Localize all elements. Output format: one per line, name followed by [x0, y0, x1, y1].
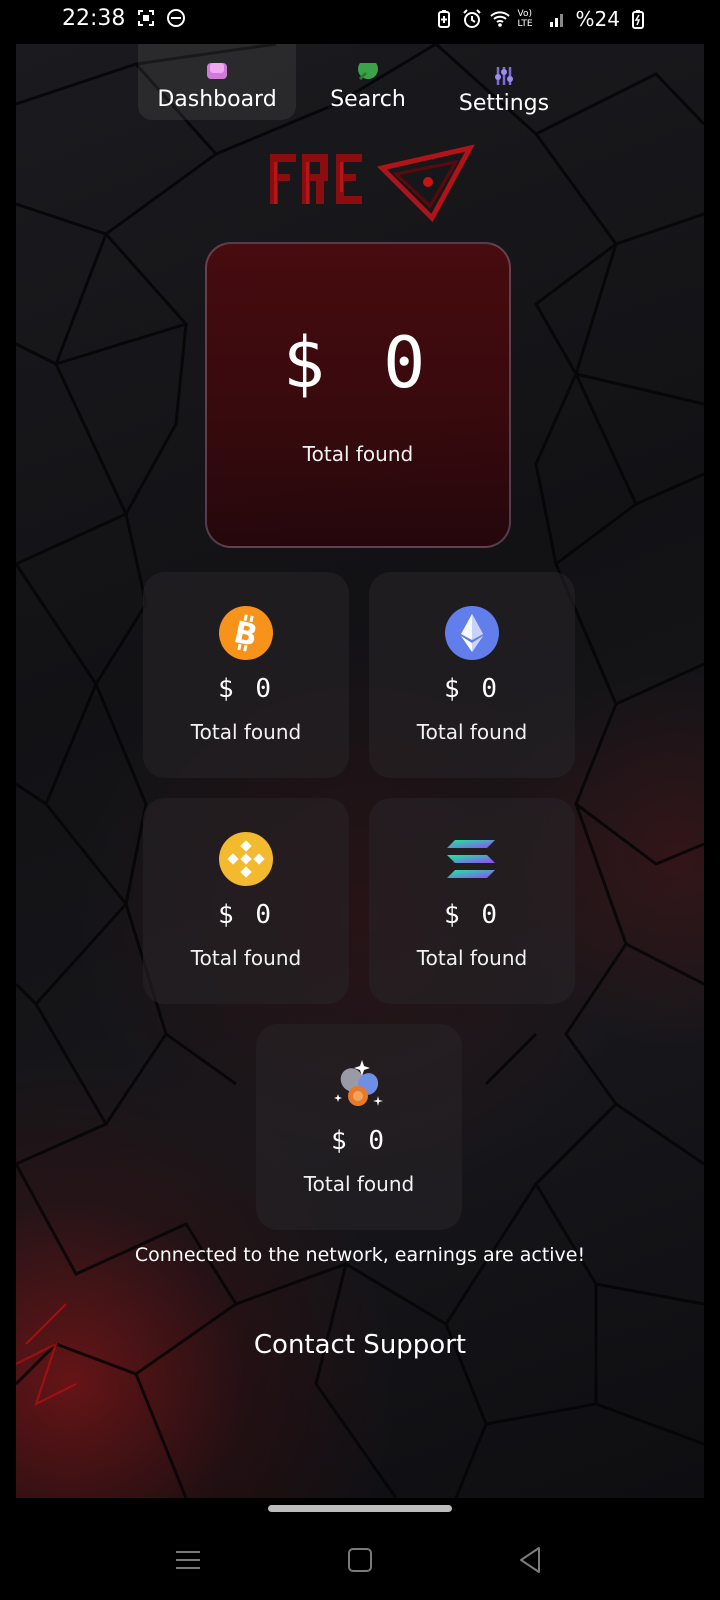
solana-label: Total found: [416, 946, 528, 970]
battery-icon: [632, 10, 644, 29]
tab-settings[interactable]: Settings: [448, 44, 560, 120]
coins-icon: [334, 1060, 383, 1106]
wifi-icon: [489, 11, 510, 27]
app-view: Dashboard Search Settings $ 0 Total foun…: [16, 44, 704, 1498]
binance-card: $ 0 Total found: [143, 798, 349, 1004]
binance-icon: [219, 832, 273, 886]
tab-dashboard[interactable]: Dashboard: [138, 44, 296, 120]
recent-apps-icon[interactable]: [170, 1542, 206, 1578]
solana-amount: $ 0: [444, 900, 500, 930]
network-label: Vo) LTE: [517, 9, 533, 29]
bitcoin-amount: $ 0: [218, 674, 274, 704]
total-amount: $ 0: [282, 322, 434, 404]
total-found-card: $ 0 Total found: [205, 242, 511, 548]
binance-amount: $ 0: [218, 900, 274, 930]
solana-card: $ 0 Total found: [369, 798, 575, 1004]
app-logo: [270, 144, 475, 223]
screenshot-icon: [138, 10, 154, 26]
other-coins-amount: $ 0: [331, 1126, 387, 1156]
connection-status-text: Connected to the network, earnings are a…: [134, 1244, 586, 1266]
status-right-icons: Vo) LTE %24: [434, 7, 648, 31]
other-coins-label: Total found: [303, 1172, 415, 1196]
bitcoin-icon: B: [219, 606, 273, 660]
tab-dashboard-label: Dashboard: [157, 87, 277, 112]
home-icon[interactable]: [342, 1542, 378, 1578]
status-left-icons: [136, 8, 186, 28]
ethereum-amount: $ 0: [444, 674, 500, 704]
phone-screen: 22:38 Vo) LTE %24 Dashboard Search Setti…: [0, 0, 720, 1600]
bitcoin-card: B $ 0 Total found: [143, 572, 349, 778]
sliders-icon: [495, 67, 513, 85]
tab-settings-label: Settings: [458, 91, 550, 116]
status-bar: 22:38 Vo) LTE %24: [0, 0, 720, 40]
ethereum-label: Total found: [416, 720, 528, 744]
other-coins-card: $ 0 Total found: [256, 1024, 462, 1230]
binance-label: Total found: [190, 946, 302, 970]
search-icon: [358, 63, 378, 81]
back-icon[interactable]: [512, 1542, 548, 1578]
tab-search[interactable]: Search: [312, 44, 424, 120]
contact-support-button[interactable]: Contact Support: [16, 1330, 704, 1360]
ethereum-card: $ 0 Total found: [369, 572, 575, 778]
ethereum-icon: [445, 606, 499, 660]
top-nav: Dashboard Search Settings: [16, 44, 704, 134]
dnd-icon: [167, 9, 185, 27]
total-label: Total found: [302, 442, 414, 466]
system-nav-bar: [0, 1520, 720, 1600]
alarm-icon: [462, 9, 481, 28]
tab-search-label: Search: [330, 87, 406, 112]
signal-icon: [549, 14, 563, 27]
battery-percent: %24: [575, 7, 620, 31]
bitcoin-label: Total found: [190, 720, 302, 744]
solana-icon: [447, 840, 495, 878]
battery-saver-icon: [437, 10, 450, 28]
home-indicator[interactable]: [268, 1505, 452, 1512]
dashboard-icon: [207, 63, 227, 79]
status-time: 22:38: [62, 6, 126, 31]
